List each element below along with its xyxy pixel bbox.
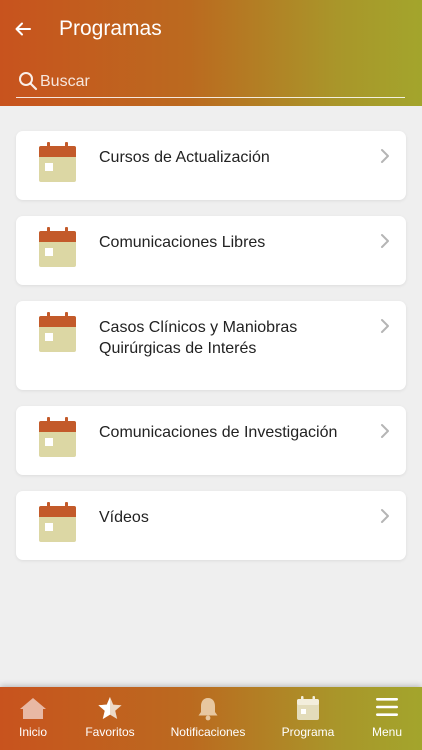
program-item-casos-clinicos[interactable]: Casos Clínicos y Maniobras Quirúrgicas d… (16, 301, 406, 390)
chevron-right-icon (381, 509, 389, 523)
search-input[interactable] (40, 68, 400, 96)
search-icon (19, 72, 38, 91)
chevron-right-icon (381, 319, 389, 333)
program-item-cursos-actualizacion[interactable]: Cursos de Actualización (16, 131, 406, 200)
app-header: Programas (0, 0, 422, 106)
arrow-left-icon (15, 22, 31, 36)
tab-favoritos[interactable]: Favoritos (72, 687, 148, 750)
tab-label: Notificaciones (170, 725, 246, 739)
star-icon (98, 697, 122, 719)
calendar-icon (39, 227, 76, 267)
home-icon (20, 698, 46, 719)
tab-label: Inicio (18, 725, 47, 739)
page-title: Programas (59, 17, 162, 40)
search-bar[interactable] (16, 68, 405, 98)
program-item-label: Comunicaciones de Investigación (99, 424, 338, 441)
tab-label: Programa (281, 725, 335, 739)
tab-notificaciones[interactable]: Notificaciones (162, 687, 254, 750)
program-item-videos[interactable]: Vídeos (16, 491, 406, 560)
calendar-icon (39, 142, 76, 182)
program-item-label: Vídeos (99, 509, 149, 526)
bell-icon (198, 698, 218, 721)
chevron-right-icon (381, 424, 389, 438)
program-item-label: Casos Clínicos y Maniobras Quirúrgicas d… (99, 319, 298, 357)
program-item-comunicaciones-investigacion[interactable]: Comunicaciones de Investigación (16, 406, 406, 475)
chevron-right-icon (381, 234, 389, 248)
calendar-icon (39, 417, 76, 457)
program-item-label: Cursos de Actualización (99, 149, 270, 166)
tab-label: Menu (371, 725, 403, 739)
program-item-label: Comunicaciones Libres (99, 234, 266, 251)
tab-menu[interactable]: Menu (360, 687, 414, 750)
calendar-icon (39, 502, 76, 542)
chevron-right-icon (381, 149, 389, 163)
tab-inicio[interactable]: Inicio (0, 687, 66, 750)
calendar-icon (297, 696, 319, 720)
program-item-comunicaciones-libres[interactable]: Comunicaciones Libres (16, 216, 406, 285)
bottom-tab-bar: Inicio Favoritos Notificaciones Programa (0, 687, 422, 750)
calendar-icon (39, 312, 76, 352)
tab-label: Favoritos (85, 725, 135, 739)
tab-programa[interactable]: Programa (276, 687, 340, 750)
back-button[interactable] (10, 16, 36, 42)
program-list: Cursos de Actualización Comunicaciones L… (16, 131, 406, 576)
menu-icon (376, 698, 398, 716)
